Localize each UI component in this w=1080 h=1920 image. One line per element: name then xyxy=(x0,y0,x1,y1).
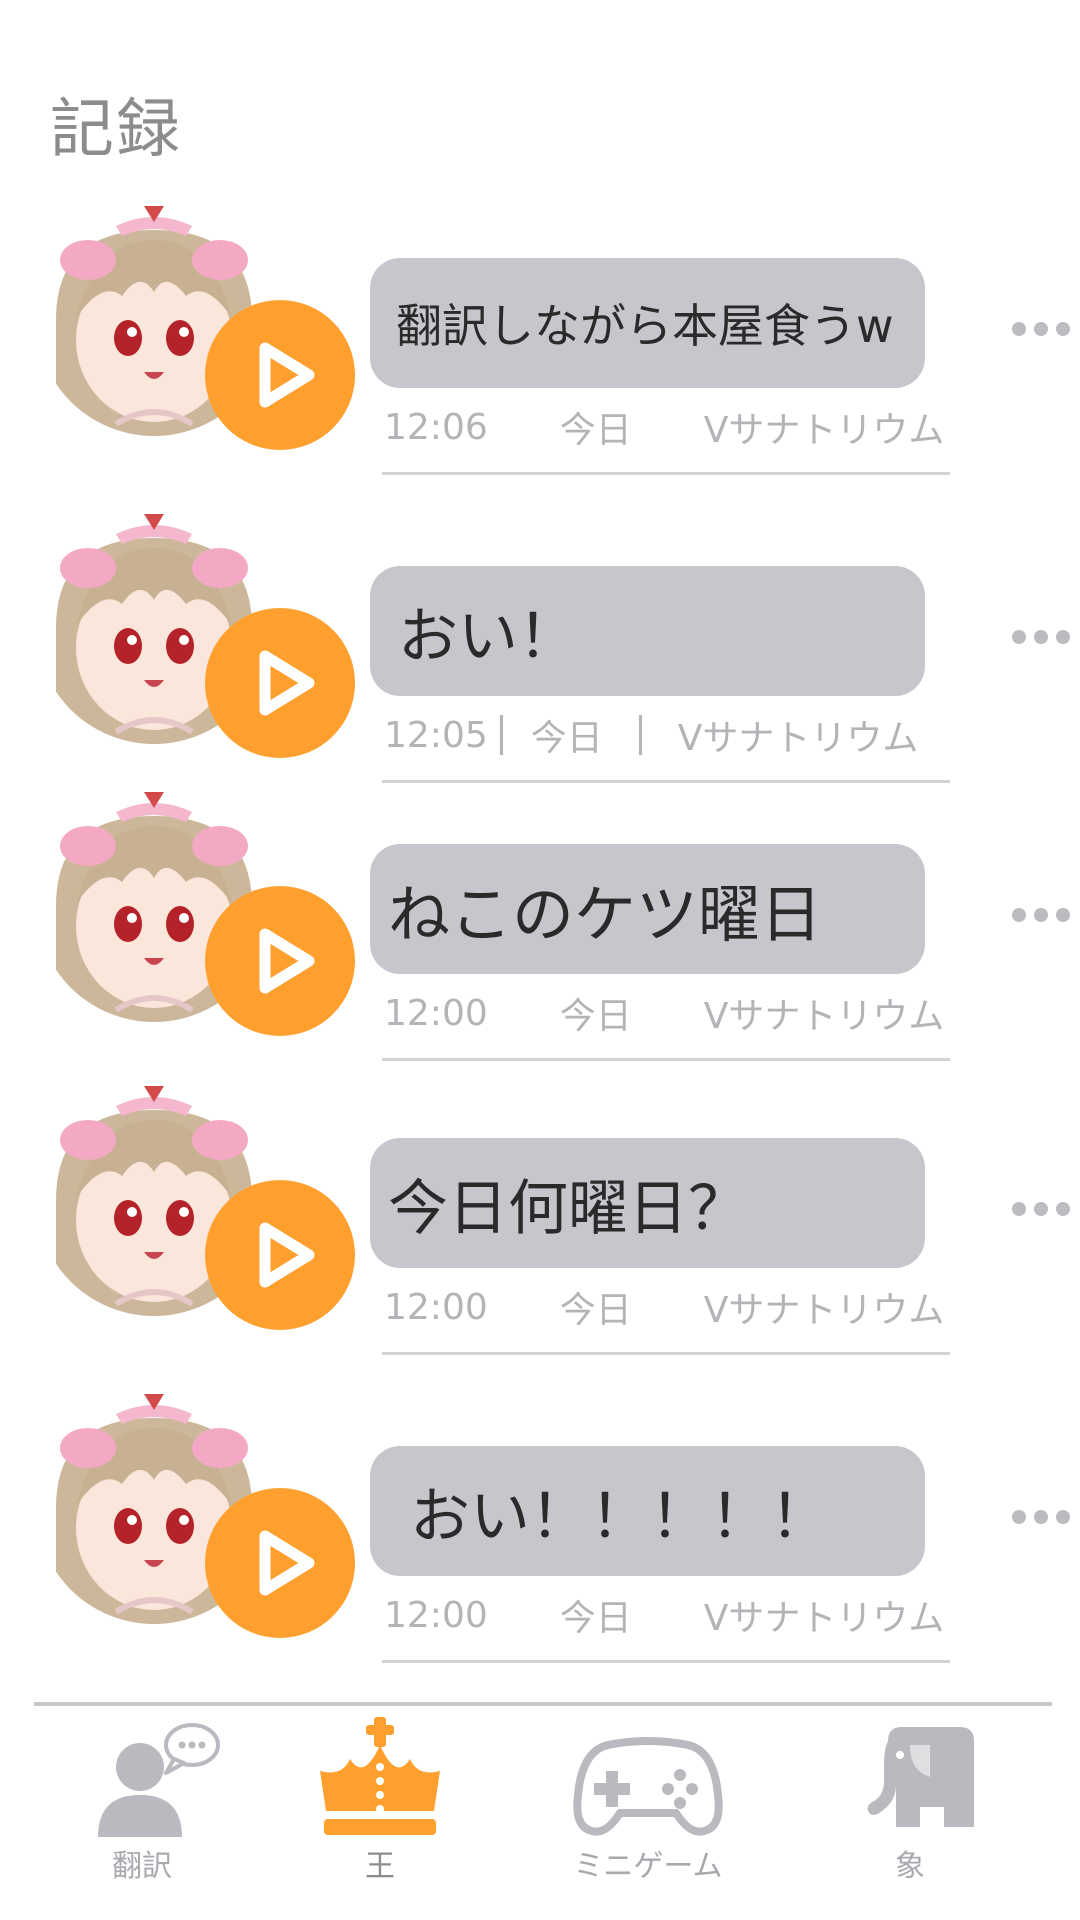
tab-bar-divider xyxy=(34,1702,1052,1706)
row-divider xyxy=(382,1352,950,1355)
message-time: 12:00 xyxy=(384,1594,488,1636)
message-server: Vサナトリウム xyxy=(703,996,945,1037)
elephant-icon xyxy=(867,1727,974,1827)
row-divider xyxy=(382,472,950,475)
message-bubble[interactable]: 今日何曜日？ xyxy=(370,1138,925,1268)
record-row: おい！！！！！ 12:00 今日 Vサナトリウム xyxy=(0,1388,1080,1668)
message-day: 今日 xyxy=(559,1290,632,1331)
row-divider xyxy=(382,1660,950,1663)
page-title: 記録 xyxy=(50,93,182,167)
row-divider xyxy=(382,780,950,783)
more-options-button[interactable] xyxy=(1012,1510,1070,1524)
play-icon xyxy=(259,342,315,408)
tab-minigame[interactable]: ミニゲーム xyxy=(548,1715,748,1895)
ellipsis-icon xyxy=(1012,322,1026,336)
crown-icon xyxy=(320,1717,440,1835)
more-options-button[interactable] xyxy=(1012,630,1070,644)
row-divider xyxy=(382,1058,950,1061)
more-options-button[interactable] xyxy=(1012,908,1070,922)
message-day: 今日 xyxy=(559,996,632,1037)
message-time: 12:00 xyxy=(384,992,488,1034)
play-button[interactable] xyxy=(205,1488,355,1638)
record-row: 翻訳しながら本屋食うw 12:06 今日 Vサナトリウム xyxy=(0,200,1080,480)
message-text: おい！！！！！ xyxy=(410,1481,830,1552)
message-time: 12:05 xyxy=(384,714,488,756)
ellipsis-icon xyxy=(1012,1510,1026,1524)
tab-label: ミニゲーム xyxy=(573,1849,723,1884)
ellipsis-icon xyxy=(1012,1202,1026,1216)
more-options-button[interactable] xyxy=(1012,1202,1070,1216)
message-server: Vサナトリウム xyxy=(703,1290,945,1331)
message-bubble[interactable]: ねこのケツ曜日 xyxy=(370,844,925,974)
message-day: 今日 xyxy=(530,718,603,759)
play-icon xyxy=(259,1222,315,1288)
play-button[interactable] xyxy=(205,300,355,450)
message-meta: 12:00 今日 Vサナトリウム xyxy=(384,1282,944,1332)
person-chat-icon xyxy=(98,1723,220,1837)
tab-label: 王 xyxy=(365,1849,395,1884)
message-server: Vサナトリウム xyxy=(703,410,945,451)
more-options-button[interactable] xyxy=(1012,322,1070,336)
message-bubble[interactable]: 翻訳しながら本屋食うw xyxy=(370,258,925,388)
tab-translate[interactable]: 翻訳 xyxy=(42,1715,242,1895)
ellipsis-icon xyxy=(1012,908,1026,922)
message-bubble[interactable]: おい！ xyxy=(370,566,925,696)
play-icon xyxy=(259,650,315,716)
message-time: 12:00 xyxy=(384,1286,488,1328)
play-icon xyxy=(259,928,315,994)
gamepad-icon xyxy=(573,1737,723,1836)
ellipsis-icon xyxy=(1012,630,1026,644)
tab-label: 翻訳 xyxy=(112,1849,172,1884)
message-time: 12:06 xyxy=(384,406,488,448)
play-icon xyxy=(259,1530,315,1596)
tab-label: 象 xyxy=(895,1849,925,1884)
play-button[interactable] xyxy=(205,608,355,758)
message-server: Vサナトリウム xyxy=(703,1598,945,1639)
message-day: 今日 xyxy=(559,1598,632,1639)
records-screen: 記録 翻訳しながら本屋食うw 12:06 今日 Vサナトリウム おい！ 12:0… xyxy=(0,0,1080,1920)
message-text: おい！ xyxy=(398,601,578,672)
message-meta: 12:00 今日 Vサナトリウム xyxy=(384,988,944,1038)
message-text: 翻訳しながら本屋食うw xyxy=(396,299,894,353)
message-server: Vサナトリウム xyxy=(677,718,919,759)
message-meta: 12:06 今日 Vサナトリウム xyxy=(384,402,944,452)
tab-king[interactable]: 王 xyxy=(280,1715,480,1895)
message-text: ねこのケツ曜日 xyxy=(388,878,823,951)
message-bubble[interactable]: おい！！！！！ xyxy=(370,1446,925,1576)
meta-divider xyxy=(499,715,503,755)
meta-divider xyxy=(638,715,642,755)
message-text: 今日何曜日？ xyxy=(388,1173,748,1244)
tab-elephant[interactable]: 象 xyxy=(810,1715,1010,1895)
message-meta: 12:05 今日 Vサナトリウム xyxy=(384,710,944,760)
play-button[interactable] xyxy=(205,1180,355,1330)
record-row: 今日何曜日？ 12:00 今日 Vサナトリウム xyxy=(0,1080,1080,1360)
record-row: ねこのケツ曜日 12:00 今日 Vサナトリウム xyxy=(0,786,1080,1066)
message-day: 今日 xyxy=(559,410,632,451)
play-button[interactable] xyxy=(205,886,355,1036)
message-meta: 12:00 今日 Vサナトリウム xyxy=(384,1590,944,1640)
record-row: おい！ 12:05 今日 Vサナトリウム xyxy=(0,508,1080,788)
